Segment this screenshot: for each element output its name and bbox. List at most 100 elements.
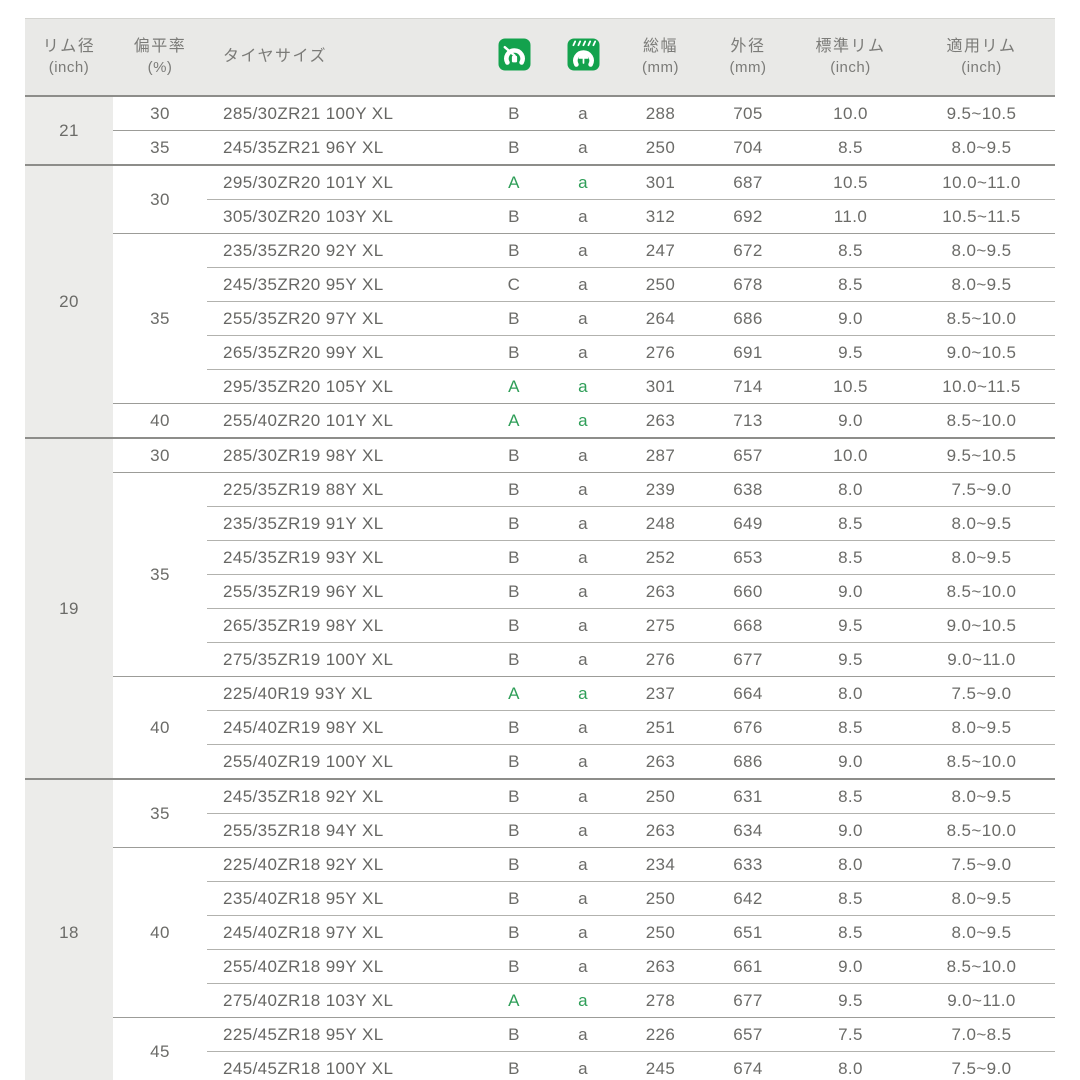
tire-size-cell: 285/30ZR19 98Y XL — [207, 437, 480, 473]
tire-size-cell: 245/35ZR19 93Y XL — [207, 540, 480, 575]
total-width-cell: 276 — [618, 642, 703, 677]
tire-size-cell: 245/45ZR18 100Y XL — [207, 1051, 480, 1080]
standard-rim-cell: 8.5 — [793, 710, 908, 745]
wet-grade-cell: a — [548, 267, 618, 302]
standard-rim-cell: 7.5 — [793, 1017, 908, 1052]
aspect-ratio-cell: 40 — [113, 403, 207, 438]
table-row: 35 225/35ZR19 88Y XL Ba 239 638 8.0 7.5~9.0 — [25, 472, 1055, 677]
wet-grade-cell: a — [548, 369, 618, 404]
tire-size-cell: 305/30ZR20 103Y XL — [207, 199, 480, 234]
fuel-grade-cell: B — [480, 506, 548, 541]
standard-rim-cell: 8.5 — [793, 881, 908, 916]
applicable-rim-cell: 9.5~10.5 — [908, 437, 1055, 473]
fuel-grade-cell: B — [480, 1017, 548, 1052]
fuel-grade-cell: B — [480, 778, 548, 814]
total-width-cell: 264 — [618, 301, 703, 336]
wet-grade-cell: a — [548, 608, 618, 643]
fuel-grade-cell: B — [480, 608, 548, 643]
col-header-applicable-rim-unit: (inch) — [961, 58, 1002, 76]
total-width-cell: 275 — [618, 608, 703, 643]
wet-grade-cell: a — [548, 233, 618, 268]
wet-grade-cell: a — [548, 164, 618, 200]
applicable-rim-cell: 8.0~9.5 — [908, 915, 1055, 950]
applicable-rim-cell: 8.0~9.5 — [908, 130, 1055, 165]
tire-size-cell: 225/40R19 93Y XL — [207, 676, 480, 711]
tire-size-cell: 275/35ZR19 100Y XL — [207, 642, 480, 677]
applicable-rim-cell: 7.0~8.5 — [908, 1017, 1055, 1052]
aspect-ratio-cell: 35 — [113, 233, 207, 404]
applicable-rim-cell: 10.0~11.5 — [908, 369, 1055, 404]
applicable-rim-cell: 10.0~11.0 — [908, 164, 1055, 200]
standard-rim-cell: 8.5 — [793, 130, 908, 165]
outer-diameter-cell: 714 — [703, 369, 793, 404]
total-width-cell: 263 — [618, 949, 703, 984]
wet-grade-cell: a — [548, 574, 618, 609]
page: リム径 (inch) 偏平率 (%) タイヤサイズ 総幅 (mm) 外径 (mm… — [0, 0, 1080, 1080]
applicable-rim-cell: 8.0~9.5 — [908, 540, 1055, 575]
table-row: 20 30 295/30ZR20 101Y XL Aa 301 687 10.5 10.0~1… — [25, 164, 1055, 438]
standard-rim-cell: 8.5 — [793, 267, 908, 302]
wet-grade-cell: a — [548, 778, 618, 814]
total-width-cell: 288 — [618, 95, 703, 131]
fuel-grade-cell: B — [480, 335, 548, 370]
total-width-cell: 276 — [618, 335, 703, 370]
applicable-rim-cell: 8.0~9.5 — [908, 778, 1055, 814]
fuel-grade-cell: B — [480, 472, 548, 507]
standard-rim-cell: 10.5 — [793, 369, 908, 404]
fuel-grade-cell: B — [480, 1051, 548, 1080]
total-width-cell: 312 — [618, 199, 703, 234]
col-header-applicable-rim: 適用リム (inch) — [908, 18, 1055, 97]
tire-size-cell: 235/35ZR19 91Y XL — [207, 506, 480, 541]
fuel-grade-cell: B — [480, 642, 548, 677]
col-header-rim-diameter-unit: (inch) — [48, 58, 90, 76]
standard-rim-cell: 8.0 — [793, 847, 908, 882]
applicable-rim-cell: 8.0~9.5 — [908, 233, 1055, 268]
fuel-efficiency-icon — [498, 38, 531, 76]
fuel-grade-cell: A — [480, 164, 548, 200]
total-width-cell: 263 — [618, 574, 703, 609]
applicable-rim-cell: 8.5~10.0 — [908, 949, 1055, 984]
standard-rim-cell: 9.0 — [793, 301, 908, 336]
table-row: 40 255/40ZR20 101Y XL Aa 263 713 9.0 8.5~10.0 — [25, 403, 1055, 438]
outer-diameter-cell: 660 — [703, 574, 793, 609]
total-width-cell: 248 — [618, 506, 703, 541]
col-header-fuel-efficiency — [480, 18, 548, 97]
fuel-grade-cell: B — [480, 95, 548, 131]
outer-diameter-cell: 661 — [703, 949, 793, 984]
tire-size-cell: 225/35ZR19 88Y XL — [207, 472, 480, 507]
fuel-grade-cell: B — [480, 915, 548, 950]
rim-diameter-cell: 21 — [25, 95, 113, 165]
wet-grade-cell: a — [548, 403, 618, 438]
tire-size-cell: 255/35ZR20 97Y XL — [207, 301, 480, 336]
wet-grade-cell: a — [548, 1051, 618, 1080]
standard-rim-cell: 9.5 — [793, 642, 908, 677]
standard-rim-cell: 10.0 — [793, 95, 908, 131]
wet-grade-cell: a — [548, 744, 618, 779]
table-row: 21 30 285/30ZR21 100Y XL Ba 288 705 10.0 9.5~10… — [25, 95, 1055, 165]
col-header-standard-rim-label: 標準リム — [815, 38, 886, 56]
table-body: 21 30 285/30ZR21 100Y XL Ba 288 705 10.0 9.5~10… — [25, 95, 1055, 1080]
applicable-rim-cell: 7.5~9.0 — [908, 676, 1055, 711]
applicable-rim-cell: 8.5~10.0 — [908, 744, 1055, 779]
outer-diameter-cell: 634 — [703, 813, 793, 848]
table-row: 40 225/40R19 93Y XL Aa 237 664 8.0 7.5~9.0 — [25, 676, 1055, 779]
outer-diameter-cell: 638 — [703, 472, 793, 507]
col-header-tire-size: タイヤサイズ — [207, 18, 480, 97]
header-row: リム径 (inch) 偏平率 (%) タイヤサイズ 総幅 (mm) 外径 (mm… — [25, 18, 1055, 97]
aspect-ratio-cell: 35 — [113, 472, 207, 677]
total-width-cell: 252 — [618, 540, 703, 575]
standard-rim-cell: 9.5 — [793, 335, 908, 370]
total-width-cell: 278 — [618, 983, 703, 1018]
aspect-ratio-cell: 40 — [113, 676, 207, 779]
standard-rim-cell: 10.0 — [793, 437, 908, 473]
aspect-ratio-cell: 30 — [113, 437, 207, 473]
outer-diameter-cell: 704 — [703, 130, 793, 165]
aspect-ratio-cell: 30 — [113, 95, 207, 131]
total-width-cell: 250 — [618, 778, 703, 814]
standard-rim-cell: 8.5 — [793, 233, 908, 268]
col-header-outer-diameter: 外径 (mm) — [703, 18, 793, 97]
total-width-cell: 251 — [618, 710, 703, 745]
wet-grade-cell: a — [548, 472, 618, 507]
wet-grade-cell: a — [548, 949, 618, 984]
col-header-standard-rim-unit: (inch) — [830, 58, 871, 76]
